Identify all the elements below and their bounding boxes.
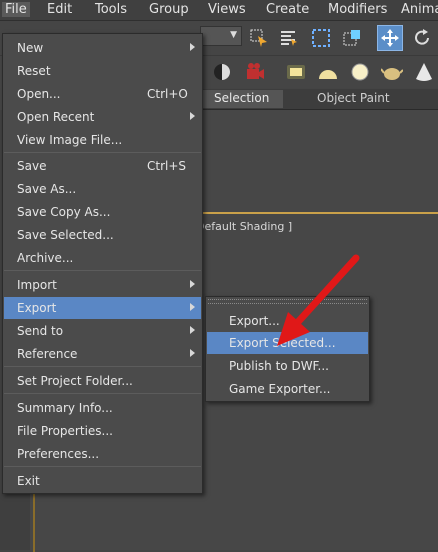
menu-separator xyxy=(4,366,201,367)
menu-item-label: Save As... xyxy=(17,182,77,196)
menu-item-label: View Image File... xyxy=(17,133,123,147)
menu-item-label: Summary Info... xyxy=(17,401,113,415)
move-icon[interactable] xyxy=(377,25,403,51)
menu-item-label: Save Copy As... xyxy=(17,205,111,219)
submenu-item-export-selected[interactable]: Export Selected... xyxy=(207,332,368,354)
menu-item-archive[interactable]: Archive... xyxy=(4,247,201,269)
menu-item-import[interactable]: Import xyxy=(4,274,201,296)
menu-item-label: Set Project Folder... xyxy=(17,374,133,388)
menu-item-open-recent[interactable]: Open Recent xyxy=(4,106,201,128)
menu-item-label: Save Selected... xyxy=(17,228,114,242)
render-camera-icon[interactable] xyxy=(243,60,267,84)
menu-create[interactable]: Create xyxy=(263,2,312,17)
export-submenu: Export... Export Selected... Publish to … xyxy=(205,296,370,402)
selection-filter-dropdown[interactable]: ▼ xyxy=(200,26,242,46)
menu-item-shortcut: Ctrl+S xyxy=(147,159,187,173)
menu-item-label: Archive... xyxy=(17,251,74,265)
menu-separator xyxy=(4,270,201,271)
menu-item-save[interactable]: Save Ctrl+S xyxy=(4,155,201,177)
rotate-icon[interactable] xyxy=(410,26,434,50)
menu-separator xyxy=(4,393,201,394)
tab-object-paint[interactable]: Object Paint xyxy=(317,91,390,105)
menu-item-export[interactable]: Export xyxy=(4,297,201,319)
menu-item-label: Export Selected... xyxy=(229,336,336,350)
menu-separator xyxy=(4,466,201,467)
submenu-arrow-icon xyxy=(190,280,195,288)
select-by-name-icon[interactable] xyxy=(277,26,301,50)
menu-item-label: Export... xyxy=(229,314,280,328)
submenu-arrow-icon xyxy=(190,326,195,334)
menu-item-label: Reference xyxy=(17,347,78,361)
submenu-arrow-icon xyxy=(190,43,195,51)
menu-item-label: Send to xyxy=(17,324,64,338)
menu-item-label: Open Recent xyxy=(17,110,95,124)
menu-item-save-as[interactable]: Save As... xyxy=(4,178,201,200)
cone-icon[interactable] xyxy=(412,60,436,84)
menu-item-view-image-file[interactable]: View Image File... xyxy=(4,129,201,151)
menu-item-label: File Properties... xyxy=(17,424,113,438)
window-crossing-icon[interactable] xyxy=(340,26,364,50)
menu-item-label: Open... xyxy=(17,87,61,101)
menu-item-label: Import xyxy=(17,278,57,292)
menu-file[interactable]: File xyxy=(2,2,30,17)
viewport-label[interactable]: Default Shading ] xyxy=(196,220,292,233)
submenu-item-game-exporter[interactable]: Game Exporter... xyxy=(207,378,368,400)
submenu-arrow-icon xyxy=(190,303,195,311)
menu-item-reference[interactable]: Reference xyxy=(4,343,201,365)
menu-item-label: Reset xyxy=(17,64,51,78)
tear-off-grip[interactable] xyxy=(208,299,367,304)
select-object-icon[interactable] xyxy=(247,26,271,50)
submenu-arrow-icon xyxy=(190,349,195,357)
menu-item-label: Exit xyxy=(17,474,40,488)
menu-item-send-to[interactable]: Send to xyxy=(4,320,201,342)
sphere-icon[interactable] xyxy=(316,60,340,84)
menu-edit[interactable]: Edit xyxy=(44,2,75,17)
menu-item-summary-info[interactable]: Summary Info... xyxy=(4,397,201,419)
chevron-down-icon: ▼ xyxy=(230,30,237,40)
submenu-item-export[interactable]: Export... xyxy=(207,310,368,332)
menu-item-save-selected[interactable]: Save Selected... xyxy=(4,224,201,246)
tab-selection[interactable]: Selection xyxy=(200,90,284,108)
submenu-arrow-icon xyxy=(190,112,195,120)
menu-item-label: Game Exporter... xyxy=(229,382,331,396)
menu-animation[interactable]: Animati xyxy=(398,2,438,17)
teapot-icon[interactable] xyxy=(380,60,404,84)
menu-bar: File Edit Tools Group Views Create Modif… xyxy=(0,0,438,21)
menu-modifiers[interactable]: Modifiers xyxy=(325,2,390,17)
menu-item-label: Publish to DWF... xyxy=(229,359,329,373)
menu-item-new[interactable]: New xyxy=(4,37,201,59)
menu-item-label: Save xyxy=(17,159,47,173)
rect-selection-icon[interactable] xyxy=(309,26,333,50)
menu-group[interactable]: Group xyxy=(146,2,192,17)
menu-item-set-project-folder[interactable]: Set Project Folder... xyxy=(4,370,201,392)
menu-item-file-properties[interactable]: File Properties... xyxy=(4,420,201,442)
menu-views[interactable]: Views xyxy=(205,2,249,17)
menu-item-exit[interactable]: Exit xyxy=(4,470,201,492)
ribbon-tabs: Selection Object Paint xyxy=(200,89,438,110)
light-icon[interactable] xyxy=(284,60,308,84)
menu-tools[interactable]: Tools xyxy=(92,2,130,17)
submenu-item-publish-to-dwf[interactable]: Publish to DWF... xyxy=(207,355,368,377)
menu-item-label: Preferences... xyxy=(17,447,100,461)
file-menu: New Reset Open... Ctrl+O Open Recent View… xyxy=(2,33,203,494)
menu-item-open[interactable]: Open... Ctrl+O xyxy=(4,83,201,105)
teapot-render-icon[interactable] xyxy=(210,60,234,84)
menu-separator xyxy=(4,152,201,153)
menu-item-label: Export xyxy=(17,301,57,315)
menu-item-save-copy-as[interactable]: Save Copy As... xyxy=(4,201,201,223)
menu-item-reset[interactable]: Reset xyxy=(4,60,201,82)
menu-item-label: New xyxy=(17,41,44,55)
hemisphere-icon[interactable] xyxy=(348,60,372,84)
menu-item-shortcut: Ctrl+O xyxy=(147,87,188,101)
menu-item-preferences[interactable]: Preferences... xyxy=(4,443,201,465)
